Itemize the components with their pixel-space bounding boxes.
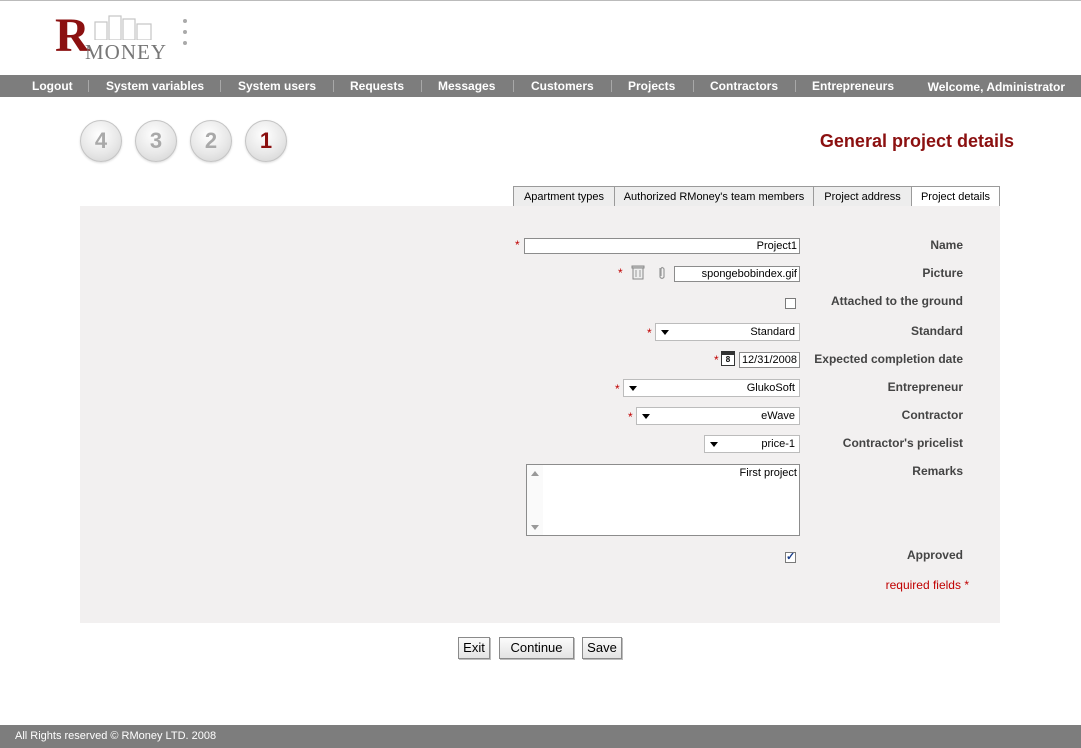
delete-icon[interactable] [631,264,645,280]
exit-button[interactable]: Exit [458,637,490,659]
chevron-down-icon [661,330,669,335]
required-marker: * [647,326,652,340]
nav-separator [513,80,514,92]
nav-separator [421,80,422,92]
calendar-icon[interactable]: 8 [721,351,735,366]
nav-contractors[interactable]: Contractors [710,75,778,97]
nav-projects[interactable]: Projects [628,75,675,97]
picture-field[interactable]: spongebobindex.gif [674,266,800,282]
nav-separator [220,80,221,92]
tab-project-details[interactable]: Project details [911,186,1000,206]
form-panel [80,206,1000,623]
nav-system-users[interactable]: System users [238,75,316,97]
chevron-down-icon [642,414,650,419]
nav-separator [333,80,334,92]
tab-project-address[interactable]: Project address [813,186,912,206]
nav-customers[interactable]: Customers [531,75,594,97]
remarks-label: Remarks [912,464,963,478]
nav-logout[interactable]: Logout [32,75,73,97]
step-3[interactable]: 3 [135,120,177,162]
nav-separator [611,80,612,92]
remarks-textarea[interactable]: First project [526,464,800,536]
contractor-value: eWave [761,410,795,422]
welcome-text: Welcome, Administrator [927,80,1065,94]
step-4[interactable]: 4 [80,120,122,162]
footer: All Rights reserved © RMoney LTD. 2008 [0,725,1081,748]
tab-authorized-team-members[interactable]: Authorized RMoney's team members [614,186,814,206]
main-nav: Logout System variables System users Req… [0,75,1081,97]
save-button[interactable]: Save [582,637,622,659]
tab-apartment-types[interactable]: Apartment types [513,186,615,206]
step-2[interactable]: 2 [190,120,232,162]
nav-separator [88,80,89,92]
contractor-label: Contractor [901,408,963,422]
attached-to-ground-checkbox[interactable] [785,298,796,309]
pricelist-select[interactable]: price-1 [704,435,800,453]
remarks-value: First project [739,467,797,479]
required-marker: * [515,238,520,252]
completion-date-label: Expected completion date [814,352,963,366]
approved-checkbox[interactable] [785,550,796,563]
attachment-icon[interactable] [657,265,667,281]
required-fields-note: required fields * [885,578,969,592]
page-title: General project details [819,131,1014,151]
standard-value: Standard [750,326,795,338]
entrepreneur-value: GlukoSoft [746,382,795,394]
nav-system-variables[interactable]: System variables [106,75,204,97]
scrollbar[interactable] [527,465,543,535]
chevron-down-icon [629,386,637,391]
required-marker: * [615,382,620,396]
approved-label: Approved [906,548,963,562]
chevron-down-icon [710,442,718,447]
copyright-text: All Rights reserved © RMoney LTD. 2008 [15,730,217,742]
picture-label: Picture [922,266,963,280]
step-1[interactable]: 1 [245,120,287,162]
logo-word: MONEY [85,40,167,64]
required-marker: * [628,410,633,424]
nav-separator [795,80,796,92]
top-border [0,0,1081,1]
nav-separator [693,80,694,92]
buildings-icon [94,15,152,40]
entrepreneur-select[interactable]: GlukoSoft [623,379,800,397]
standard-select[interactable]: Standard [655,323,800,341]
required-marker: * [618,266,623,280]
logo-dots-icon [183,19,189,57]
nav-messages[interactable]: Messages [438,75,495,97]
attached-to-ground-label: Attached to the ground [831,294,963,308]
continue-button[interactable]: Continue [499,637,574,659]
required-marker: * [714,353,719,367]
pricelist-value: price-1 [761,438,795,450]
pricelist-label: Contractor's pricelist [842,436,963,450]
entrepreneur-label: Entrepreneur [887,380,963,394]
nav-requests[interactable]: Requests [350,75,404,97]
rmoney-logo[interactable]: R MONEY [55,10,167,65]
completion-date-field[interactable]: 12/31/2008 [739,352,800,368]
nav-entrepreneurs[interactable]: Entrepreneurs [812,75,894,97]
name-field[interactable]: Project1 [524,238,800,254]
name-label: Name [930,238,963,252]
contractor-select[interactable]: eWave [636,407,800,425]
standard-label: Standard [910,324,963,338]
